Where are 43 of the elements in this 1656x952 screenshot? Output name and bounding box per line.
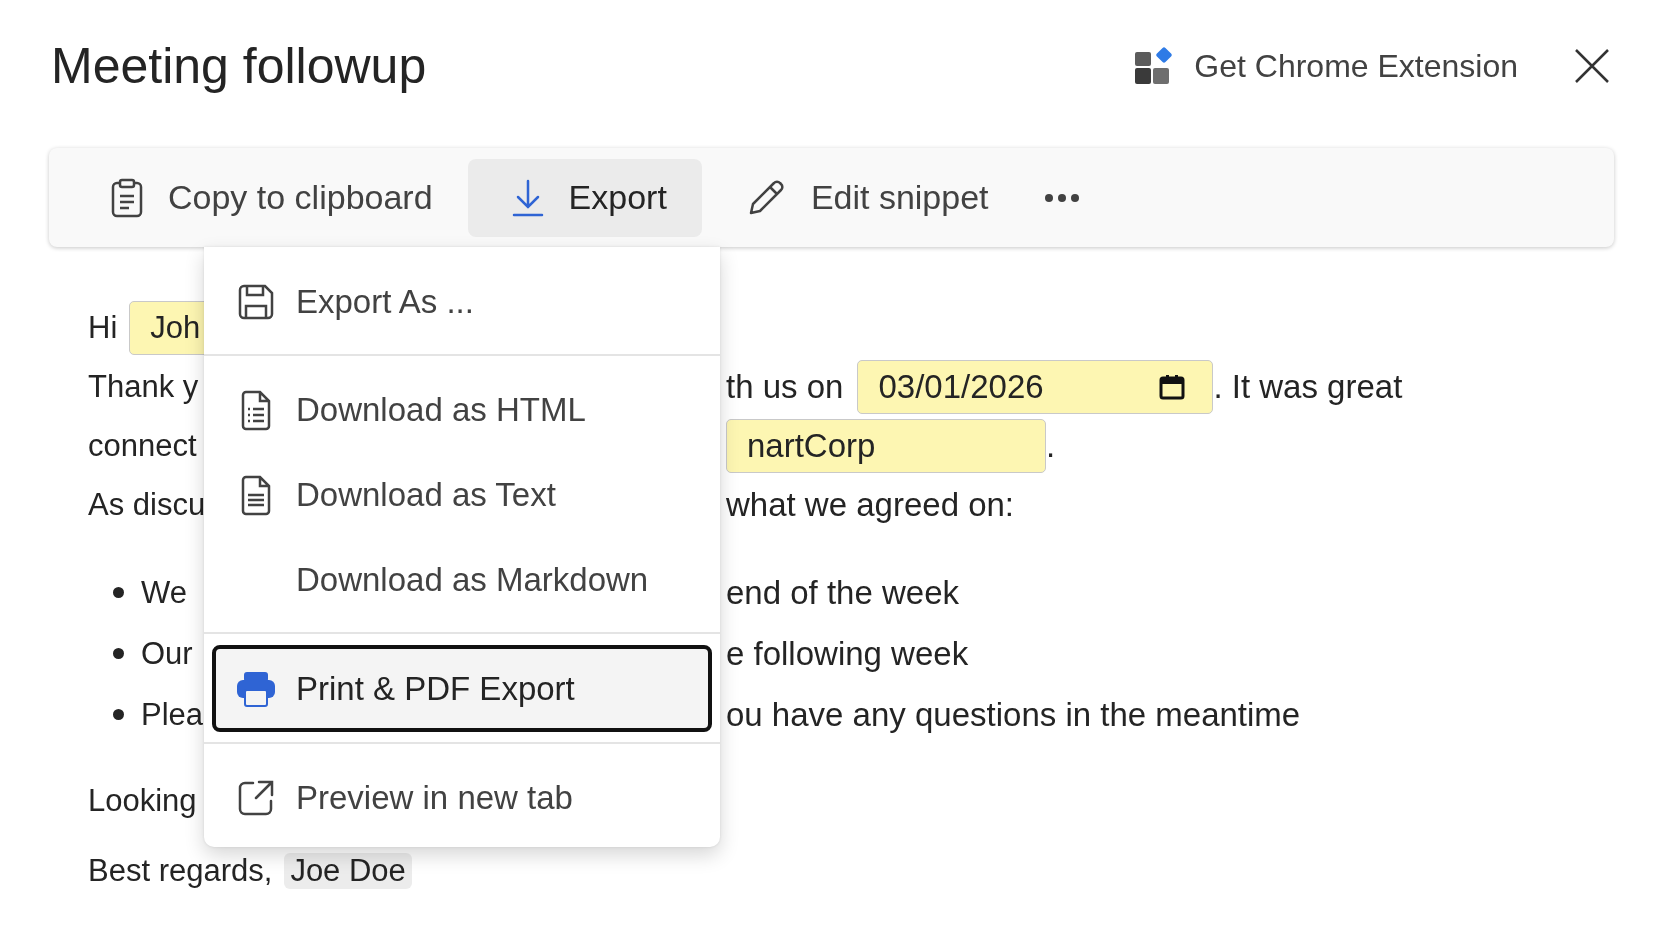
open-external-icon (237, 778, 275, 817)
download-icon (510, 177, 545, 218)
calendar-icon[interactable] (1158, 372, 1187, 401)
menu-item[interactable]: Download as HTML (204, 367, 720, 452)
body-text: Plea (141, 696, 204, 733)
body-text: what we agreed on: (726, 485, 1015, 524)
body-text: e following week (726, 634, 969, 673)
body-text: We (141, 574, 187, 611)
body-text: Best regards, (88, 853, 273, 889)
document-icon (239, 473, 273, 516)
save-icon (237, 282, 275, 321)
more-icon (1043, 192, 1080, 203)
bullet-icon (113, 709, 124, 720)
extension-icon (1134, 47, 1175, 85)
body-text: As discu (88, 486, 206, 523)
body-text: . (1046, 426, 1056, 465)
extension-link[interactable]: Get Chrome Extension (1134, 47, 1518, 85)
body-text: Looking (88, 783, 197, 819)
body-text: Hi (88, 309, 118, 346)
close-icon[interactable] (1574, 48, 1610, 84)
bullet-icon (113, 587, 124, 598)
body-text: ou have any questions in the meantime (726, 695, 1301, 734)
menu-item[interactable]: Preview in new tab (204, 755, 720, 840)
body-text: Our (141, 635, 193, 672)
bullet-icon (113, 648, 124, 659)
toolbar-button[interactable]: Export (467, 158, 702, 237)
body-text: Thank y (88, 368, 199, 405)
toolbar-button[interactable]: Edit snippet (701, 158, 1024, 237)
body-text: . It was great (1213, 367, 1403, 406)
document-list-icon (239, 388, 273, 431)
clipboard-icon (110, 177, 144, 218)
menu-item[interactable]: Download as Text (204, 452, 720, 537)
body-text: th us on (726, 367, 844, 406)
signature-name: Joe Doe (284, 853, 412, 889)
date-field[interactable]: 03/01/2026 (857, 359, 1214, 414)
printer-icon (236, 670, 276, 707)
text-field[interactable]: nartCorp (726, 418, 1046, 473)
menu-item[interactable]: Print & PDF Export (212, 645, 712, 732)
toolbar-button[interactable]: Copy to clipboard (67, 158, 468, 237)
menu-item[interactable]: Download as Markdown (204, 537, 720, 622)
body-text: connect (88, 427, 197, 464)
body-text: end of the week (726, 573, 959, 612)
dialog-title: Meeting followup (51, 37, 427, 95)
